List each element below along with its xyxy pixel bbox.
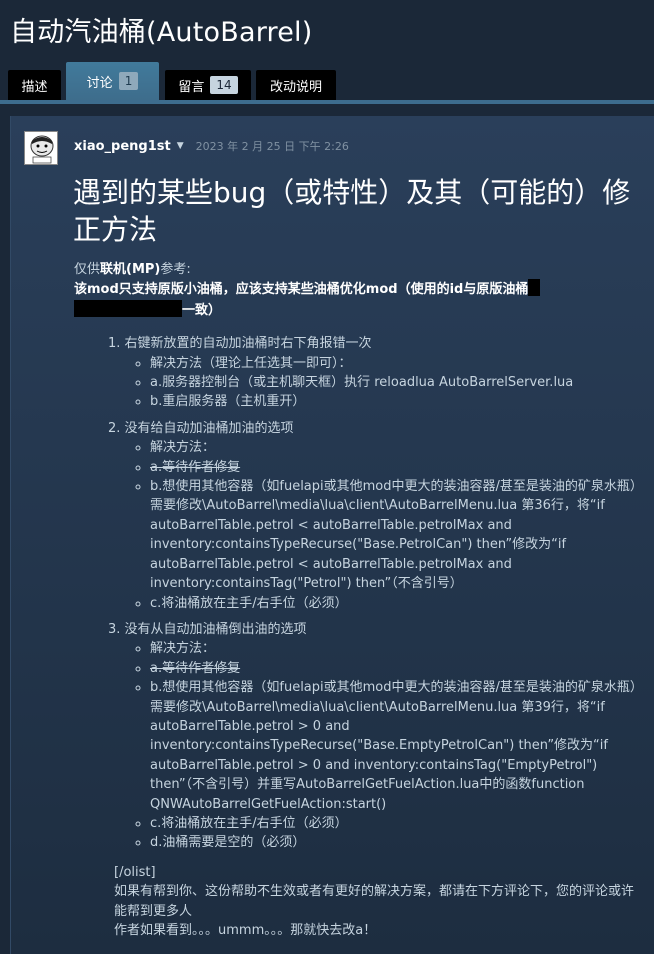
closing-paragraph: 如果有帮到你、这份帮助不生效或者有更好的解决方案，都请在下方评论下，您的评论或许… <box>114 884 635 919</box>
tab-label: 改动说明 <box>269 79 322 95</box>
sub-item: 解决方法（理论上任选其一即可）： <box>150 354 644 373</box>
closing-tag: [/olist] <box>114 864 156 880</box>
sub-item: 解决方法： <box>150 639 644 658</box>
mod-note-end: 一致） <box>182 302 222 318</box>
issue-title: 1. 右键新放置的自动加油桶时右下角报错一次 <box>108 336 372 352</box>
tab-description[interactable]: 描述 <box>8 70 61 100</box>
tab-bar: 描述 讨论 1 留言 14 改动说明 <box>8 62 654 100</box>
sub-item: c.将油桶放在主手/右手位（必须） <box>150 814 644 833</box>
discussion-post: xiao_peng1st ▼ 2023 年 2 月 25 日 下午 2:26 遇… <box>10 116 654 954</box>
count-badge: 1 <box>118 72 139 90</box>
redacted-block <box>74 299 182 317</box>
avatar[interactable] <box>24 131 58 165</box>
tab-label: 讨论 <box>86 75 113 91</box>
issue-title: 2. 没有给自动加油桶加油的选项 <box>108 420 294 436</box>
issue-list: 1. 右键新放置的自动加油桶时右下角报错一次 解决方法（理论上任选其一即可）： … <box>74 334 644 853</box>
closing-paragraph: 作者如果看到。。。ummm。。。那就快去改a！ <box>114 923 377 938</box>
sub-item: b.重启服务器（主机重开） <box>150 392 644 411</box>
author-line: xiao_peng1st ▼ 2023 年 2 月 25 日 下午 2:26 <box>74 138 349 154</box>
tab-label: 留言 <box>178 79 205 95</box>
mod-note-text: 该mod只支持原版小油桶，应该支持某些油桶优化mod（使用的id与原版油桶 <box>74 282 529 298</box>
list-item: 1. 右键新放置的自动加油桶时右下角报错一次 解决方法（理论上任选其一即可）： … <box>108 334 644 412</box>
sub-item: a.等待作者修复 <box>150 659 644 678</box>
tab-discussions[interactable]: 讨论 1 <box>66 62 159 100</box>
sub-list: 解决方法： a.等待作者修复 b.想使用其他容器（如fuelapi或其他mod中… <box>108 639 644 852</box>
post-heading: 遇到的某些bug（或特性）及其（可能的）修正方法 <box>73 176 631 246</box>
sub-item: b.想使用其他容器（如fuelapi或其他mod中更大的装油容器/甚至是装油的矿… <box>150 477 644 593</box>
post-date: 2023 年 2 月 25 日 下午 2:26 <box>195 140 349 153</box>
intro-bold: 联机(MP) <box>100 262 161 277</box>
caret-down-icon[interactable]: ▼ <box>177 141 184 151</box>
tab-label: 描述 <box>21 79 48 95</box>
tab-change-notes[interactable]: 改动说明 <box>256 70 336 100</box>
sub-item: a.服务器控制台（或主机聊天框）执行 reloadlua AutoBarrelS… <box>150 373 644 392</box>
post-body: 仅供联机(MP)参考: 该mod只支持原版小油桶，应该支持某些油桶优化mod（使… <box>74 260 644 940</box>
intro-suffix: 参考: <box>160 262 191 277</box>
sub-list: 解决方法： a.等待作者修复 b.想使用其他容器（如fuelapi或其他mod中… <box>108 438 644 613</box>
avatar-image-icon <box>25 132 57 164</box>
author-name[interactable]: xiao_peng1st <box>74 139 171 154</box>
intro-line: 仅供联机(MP)参考: <box>74 260 644 279</box>
count-badge: 14 <box>210 76 238 94</box>
tab-comments[interactable]: 留言 14 <box>165 70 251 100</box>
redacted-block <box>528 279 541 297</box>
tab-underline <box>0 100 654 104</box>
mod-note: 该mod只支持原版小油桶，应该支持某些油桶优化mod（使用的id与原版油桶 一致… <box>74 279 644 320</box>
sub-item: a.等待作者修复 <box>150 458 644 477</box>
sub-item: b.想使用其他容器（如fuelapi或其他mod中更大的装油容器/甚至是装油的矿… <box>150 678 644 814</box>
sub-item: d.油桶需要是空的（必须） <box>150 833 644 852</box>
list-item: 2. 没有给自动加油桶加油的选项 解决方法： a.等待作者修复 b.想使用其他容… <box>108 419 644 613</box>
sub-list: 解决方法（理论上任选其一即可）： a.服务器控制台（或主机聊天框）执行 relo… <box>108 354 644 412</box>
intro-prefix: 仅供 <box>74 262 101 277</box>
issue-title: 3. 没有从自动加油桶倒出油的选项 <box>108 621 307 637</box>
page-title: 自动汽油桶(AutoBarrel) <box>10 17 313 48</box>
sub-item: c.将油桶放在主手/右手位（必须） <box>150 594 644 613</box>
sub-item: 解决方法： <box>150 438 644 457</box>
closing-text: [/olist] 如果有帮到你、这份帮助不生效或者有更好的解决方案，都请在下方评… <box>114 863 644 941</box>
list-item: 3. 没有从自动加油桶倒出油的选项 解决方法： a.等待作者修复 b.想使用其他… <box>108 620 644 853</box>
